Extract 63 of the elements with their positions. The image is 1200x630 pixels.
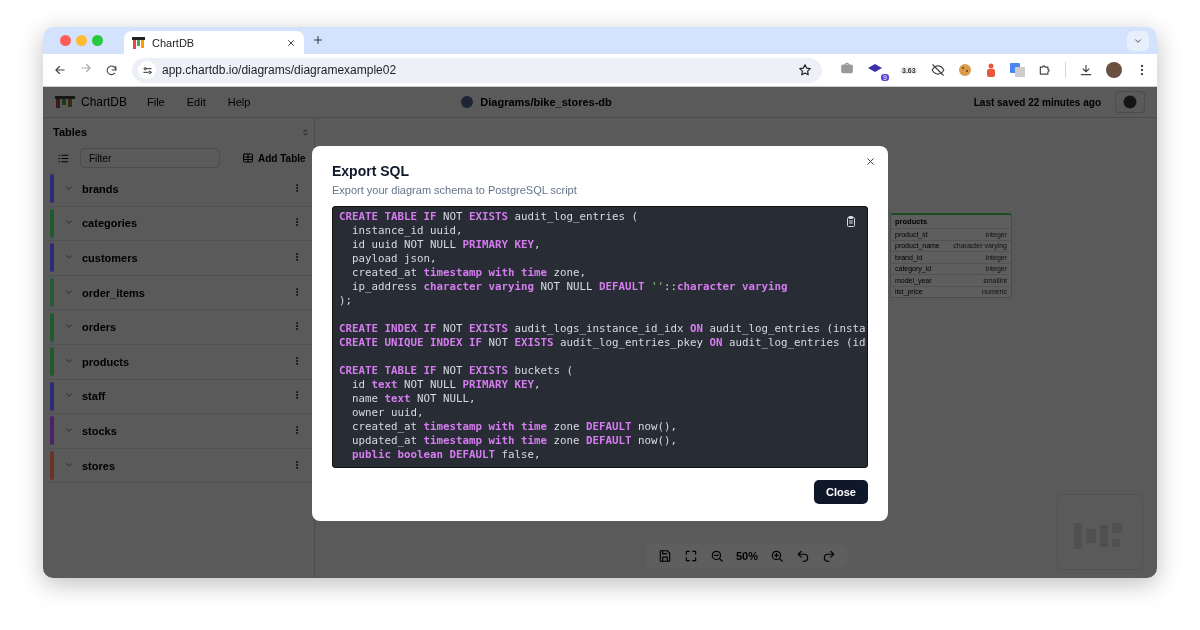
code-line: created_at timestamp with time zone DEFAULT now(), [351, 420, 678, 434]
copy-icon[interactable] [845, 215, 857, 228]
dialog-description: Export your diagram schema to PostgreSQL script [332, 184, 578, 196]
menu-item[interactable]: Help [227, 96, 251, 108]
site-settings-icon[interactable] [141, 64, 153, 76]
code-line: created_at timestamp with time zone, [351, 266, 587, 280]
address-bar[interactable]: app.chartdb.io/diagrams/diagramexample02 [132, 57, 822, 83]
code-line: id uuid NOT NULL PRIMARY KEY, [351, 238, 541, 252]
download-icon[interactable] [1078, 63, 1093, 77]
fullscreen-icon[interactable] [684, 549, 698, 563]
close-button[interactable]: Close [814, 480, 868, 504]
code-line: instance_id uuid, [351, 224, 463, 238]
dialog-title: Export SQL [332, 163, 410, 179]
diagram-path: Diagrams/bike_stores-db [480, 96, 612, 108]
close-icon[interactable] [286, 37, 296, 48]
filter-field[interactable]: Filter [80, 148, 220, 168]
forward-icon[interactable] [79, 61, 93, 75]
app-name: ChartDB [81, 95, 127, 109]
add-table-button[interactable]: Add Table [242, 152, 306, 164]
code-line: owner uuid, [351, 406, 424, 420]
menu-item[interactable]: Edit [186, 96, 206, 108]
reload-icon[interactable] [105, 63, 118, 77]
code-line: ip_address character varying NOT NULL DEFAULT ''::character varying [351, 280, 788, 294]
close-window-button[interactable] [60, 35, 71, 46]
cookie-icon[interactable] [957, 63, 972, 77]
zoom-in-icon[interactable] [770, 549, 785, 563]
new-tab-icon[interactable] [312, 33, 324, 46]
code-line: CREATE INDEX IF NOT EXISTS audit_logs_instance_id_idx ON audit_log_entries (insta [339, 322, 866, 336]
sort-icon[interactable] [301, 127, 310, 137]
tab-search-button[interactable] [1127, 30, 1149, 51]
code-line: ); [339, 294, 352, 308]
zoom-out-icon[interactable] [710, 549, 724, 563]
code-line: id text NOT NULL PRIMARY KEY, [351, 378, 541, 392]
sidebar-title: Tables [53, 126, 88, 138]
browser-tab[interactable]: ChartDB [124, 31, 304, 54]
puzzle-icon[interactable] [1037, 63, 1052, 77]
zoom-window-button[interactable] [92, 35, 103, 46]
eye-off-icon[interactable] [930, 63, 945, 77]
redo-icon[interactable] [822, 549, 837, 563]
table-icon [242, 152, 254, 164]
code-line: CREATE TABLE IF NOT EXISTS audit_log_entries ( [339, 210, 639, 224]
undo-icon[interactable] [796, 549, 811, 563]
github-button[interactable] [1115, 91, 1145, 113]
code-line: updated_at timestamp with time zone DEFAULT now(), [351, 434, 678, 448]
figure-icon[interactable] [984, 63, 997, 77]
zoom-level: 50% [736, 550, 759, 562]
code-line: CREATE TABLE IF NOT EXISTS buckets ( [339, 364, 574, 378]
menu-item[interactable]: File [147, 96, 165, 108]
last-saved-status: Last saved 22 minutes ago [973, 96, 1101, 108]
close-button[interactable] [865, 156, 876, 167]
profile-avatar[interactable] [1105, 62, 1122, 78]
star-icon[interactable] [798, 63, 812, 77]
back-icon[interactable] [53, 63, 67, 77]
app-logo-icon [55, 96, 75, 108]
translate-icon[interactable] [1009, 63, 1025, 77]
app-logo-icon [132, 36, 145, 49]
code-line: CREATE UNIQUE INDEX IF NOT EXISTS audit_log_entries_pkey ON audit_log_entries (id [339, 336, 866, 350]
save-icon[interactable] [658, 549, 672, 563]
chevron-down-icon[interactable] [64, 252, 74, 262]
code-line: name text NOT NULL, [351, 392, 476, 406]
close-icon [865, 156, 876, 167]
code-line: payload json, [351, 252, 437, 266]
code-line: public boolean DEFAULT false, [351, 448, 541, 462]
